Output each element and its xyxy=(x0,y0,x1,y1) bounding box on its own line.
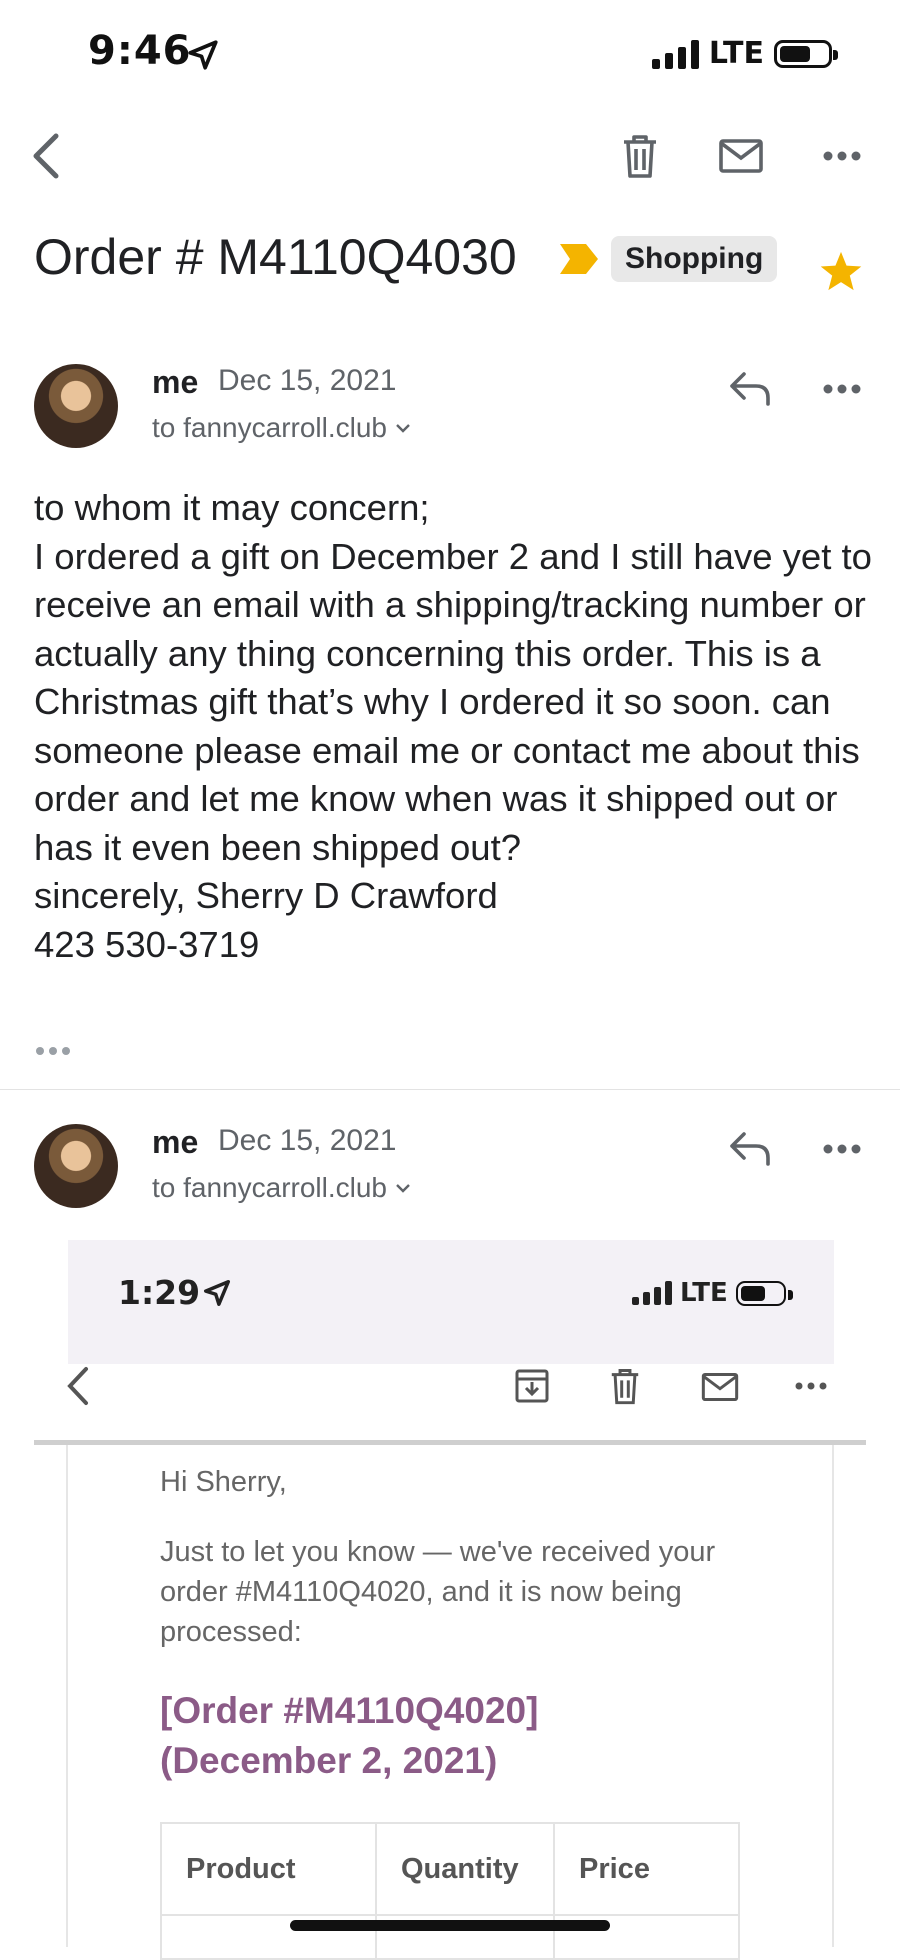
importance-marker-icon[interactable] xyxy=(558,242,600,276)
mail-icon xyxy=(701,1373,739,1401)
email-subject: Order # M4110Q4030 xyxy=(34,229,517,285)
trash-icon xyxy=(611,1368,639,1405)
chevron-down-icon xyxy=(396,1184,410,1193)
mail-icon[interactable] xyxy=(718,138,764,174)
star-icon[interactable] xyxy=(818,250,864,294)
battery-icon xyxy=(774,39,838,68)
signal-icon xyxy=(632,1281,672,1305)
avatar[interactable] xyxy=(34,364,118,448)
label-chip-shopping[interactable]: Shopping xyxy=(611,236,778,282)
status-time: 9:46 xyxy=(88,28,192,74)
chevron-left-icon xyxy=(67,1367,88,1405)
table-header-quantity: Quantity xyxy=(375,1822,555,1916)
screenshot-order-table: Product Quantity Price xyxy=(160,1822,740,1960)
message-more-icon[interactable] xyxy=(822,1141,862,1157)
screenshot-order-heading: [Order #M4110Q4020] (December 2, 2021) xyxy=(160,1686,538,1786)
sender-name: me xyxy=(152,364,199,400)
recipient-details[interactable]: to fannycarroll.club xyxy=(152,412,411,444)
recipient-details[interactable]: to fannycarroll.club xyxy=(152,1172,411,1204)
message-divider xyxy=(0,1089,900,1090)
table-header-product: Product xyxy=(160,1822,377,1916)
more-options-icon[interactable] xyxy=(822,148,862,164)
recipient-text: to fannycarroll.club xyxy=(152,1172,388,1203)
home-indicator[interactable] xyxy=(290,1920,610,1931)
sender-name: me xyxy=(152,1124,199,1160)
avatar[interactable] xyxy=(34,1124,118,1208)
screenshot-status-indicators: LTE xyxy=(632,1278,793,1308)
message-more-icon[interactable] xyxy=(822,381,862,397)
location-arrow-icon xyxy=(188,40,218,70)
network-type: LTE xyxy=(708,36,764,71)
network-type: LTE xyxy=(680,1278,728,1308)
table-header-price: Price xyxy=(553,1822,740,1916)
reply-icon[interactable] xyxy=(728,1130,772,1166)
trash-icon[interactable] xyxy=(620,134,660,180)
location-arrow-icon xyxy=(204,1280,230,1306)
message-body: to whom it may concern; I ordered a gift… xyxy=(34,487,872,965)
message-date: Dec 15, 2021 xyxy=(218,364,397,397)
screenshot-message: Just to let you know — we've received yo… xyxy=(160,1536,716,1648)
signal-icon xyxy=(651,39,699,69)
order-date: (December 2, 2021) xyxy=(160,1740,498,1781)
recipient-text: to fannycarroll.club xyxy=(152,412,388,443)
back-button[interactable] xyxy=(28,132,68,180)
chevron-down-icon xyxy=(396,424,410,433)
screenshot-greeting: Hi Sherry, xyxy=(160,1466,287,1498)
more-horizontal-icon xyxy=(795,1382,827,1390)
battery-icon xyxy=(735,1280,793,1306)
show-trimmed-content-icon[interactable] xyxy=(34,1045,74,1057)
message-date: Dec 15, 2021 xyxy=(218,1124,397,1157)
status-indicators: LTE xyxy=(651,36,838,71)
archive-icon xyxy=(515,1369,549,1403)
reply-icon[interactable] xyxy=(728,370,772,406)
order-number: [Order #M4110Q4020] xyxy=(160,1690,539,1731)
screenshot-time: 1:29 xyxy=(118,1273,201,1312)
